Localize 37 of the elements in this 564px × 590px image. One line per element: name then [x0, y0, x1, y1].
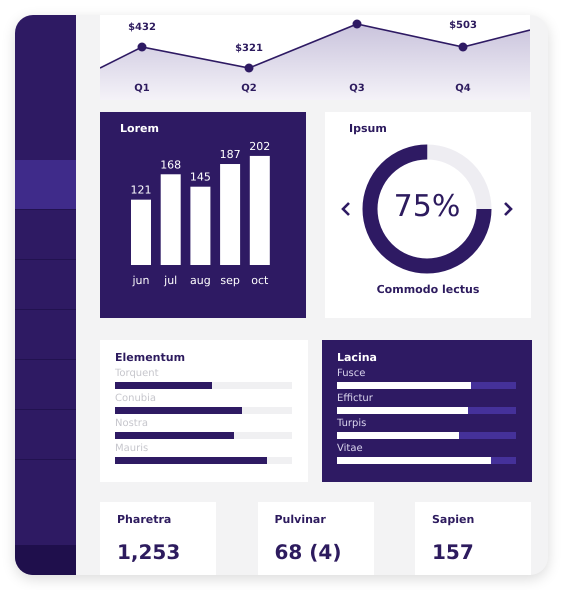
axis-label: Q1 [134, 83, 150, 94]
progress-label: Nostra [115, 418, 149, 430]
bar-category: oct [251, 274, 268, 287]
progress-label: Fusce [337, 368, 366, 380]
progress-label: Turpis [337, 418, 368, 430]
axis-label: Q3 [349, 83, 365, 94]
bar-value: 145 [190, 170, 211, 184]
bar-value: 121 [130, 184, 152, 197]
bar-category: jul [164, 274, 178, 287]
progress-label: Effictur [337, 393, 374, 405]
progress-label: Torquent [115, 368, 160, 380]
value-label: $432 [128, 22, 156, 33]
bar-value: 187 [220, 148, 241, 162]
bar-value: 168 [160, 158, 182, 172]
stat-value: 68 (4) [274, 540, 342, 564]
value-label: $503 [449, 20, 477, 31]
card-title: Elementum [115, 351, 186, 364]
percent-value: 75% [392, 189, 462, 224]
stat-label: Pharetra [117, 513, 172, 526]
bar-value: 202 [249, 140, 270, 153]
progress-label: Mauris [115, 443, 150, 455]
value-label: $321 [235, 43, 263, 54]
donut-caption: Commodo lectus [376, 283, 480, 296]
stat-value: 157 [432, 540, 475, 564]
card-title: Lacina [337, 351, 378, 364]
bar-category: jun [132, 274, 150, 287]
progress-label: Conubia [115, 393, 158, 405]
axis-label: Q2 [241, 83, 257, 94]
bar-category: sep [220, 274, 240, 287]
bar-category: aug [190, 274, 211, 287]
progress-label: Vitae [337, 443, 364, 455]
axis-label: Q4 [455, 83, 471, 94]
stat-label: Sapien [432, 513, 476, 526]
card-title: Ipsum [349, 122, 388, 135]
stat-value: 1,253 [117, 540, 182, 564]
card-title: Lorem [120, 122, 160, 135]
stat-label: Pulvinar [274, 513, 327, 526]
